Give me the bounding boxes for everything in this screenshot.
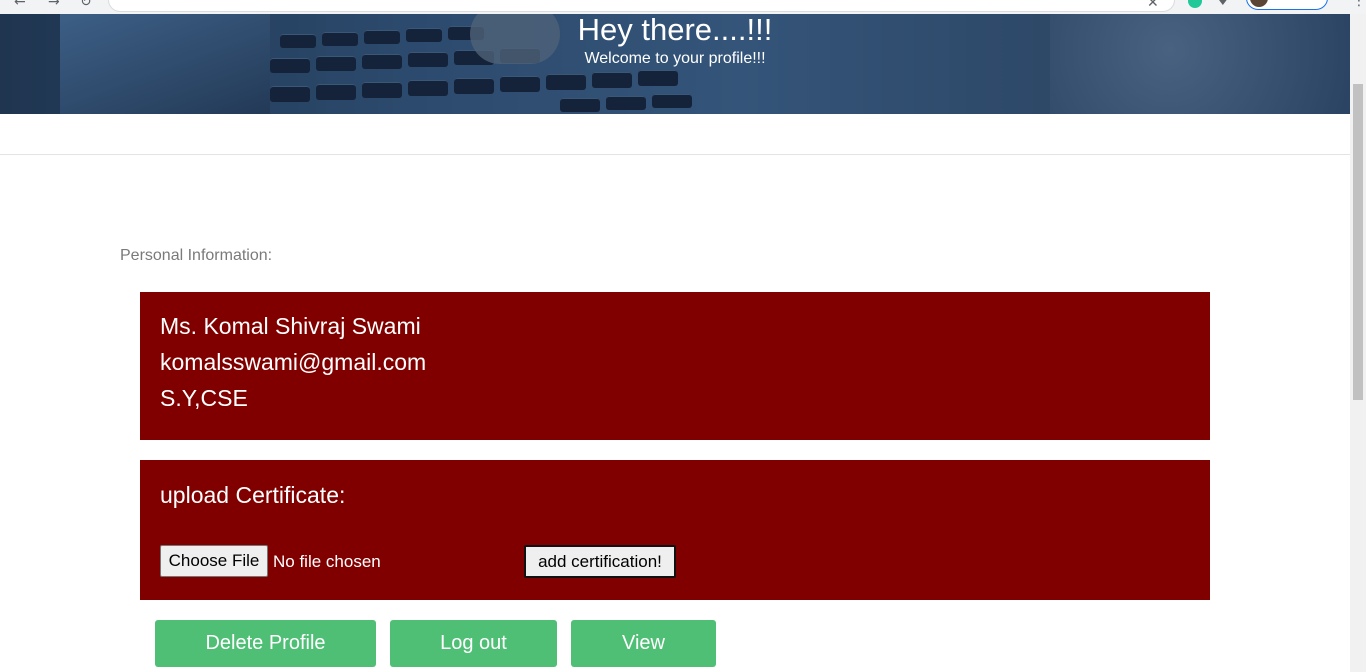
- section-divider: [0, 154, 1350, 155]
- profile-avatar: [1250, 0, 1268, 7]
- personal-info-label: Personal Information:: [120, 247, 273, 264]
- extension-icon[interactable]: [1188, 0, 1202, 8]
- hero-banner: Hey there....!!! Welcome to your profile…: [0, 14, 1350, 114]
- user-email: komalsswami@gmail.com: [160, 349, 427, 375]
- page-scrollbar[interactable]: [1350, 14, 1366, 672]
- personal-info-panel: Ms. Komal Shivraj Swami komalsswami@gmai…: [140, 292, 1210, 440]
- choose-file-button[interactable]: Choose File: [160, 545, 268, 577]
- profile-button[interactable]: [1246, 0, 1328, 10]
- puzzle-icon[interactable]: ♦: [1217, 0, 1229, 9]
- browser-toolbar: ← → ↻ ✕ ♦ ⋮: [0, 0, 1366, 14]
- hero-subtitle: Welcome to your profile!!!: [584, 50, 766, 67]
- upload-certificate-panel: upload Certificate: Choose File No file …: [140, 460, 1210, 600]
- file-status-text: No file chosen: [273, 552, 381, 571]
- star-icon[interactable]: ✕: [1147, 0, 1159, 11]
- forward-icon[interactable]: →: [48, 0, 60, 10]
- logout-button[interactable]: Log out: [390, 620, 557, 667]
- user-class: S.Y,CSE: [160, 385, 248, 411]
- upload-title: upload Certificate:: [160, 482, 346, 508]
- address-bar[interactable]: [108, 0, 1175, 12]
- add-certification-button[interactable]: add certification!: [524, 545, 676, 578]
- view-button[interactable]: View: [571, 620, 716, 667]
- back-icon[interactable]: ←: [14, 0, 26, 10]
- user-name: Ms. Komal Shivraj Swami: [160, 313, 421, 339]
- delete-profile-button[interactable]: Delete Profile: [155, 620, 376, 667]
- scrollbar-thumb[interactable]: [1353, 84, 1363, 400]
- more-icon[interactable]: ⋮: [1352, 0, 1366, 9]
- reload-icon[interactable]: ↻: [80, 0, 92, 10]
- hero-title: Hey there....!!!: [577, 14, 773, 47]
